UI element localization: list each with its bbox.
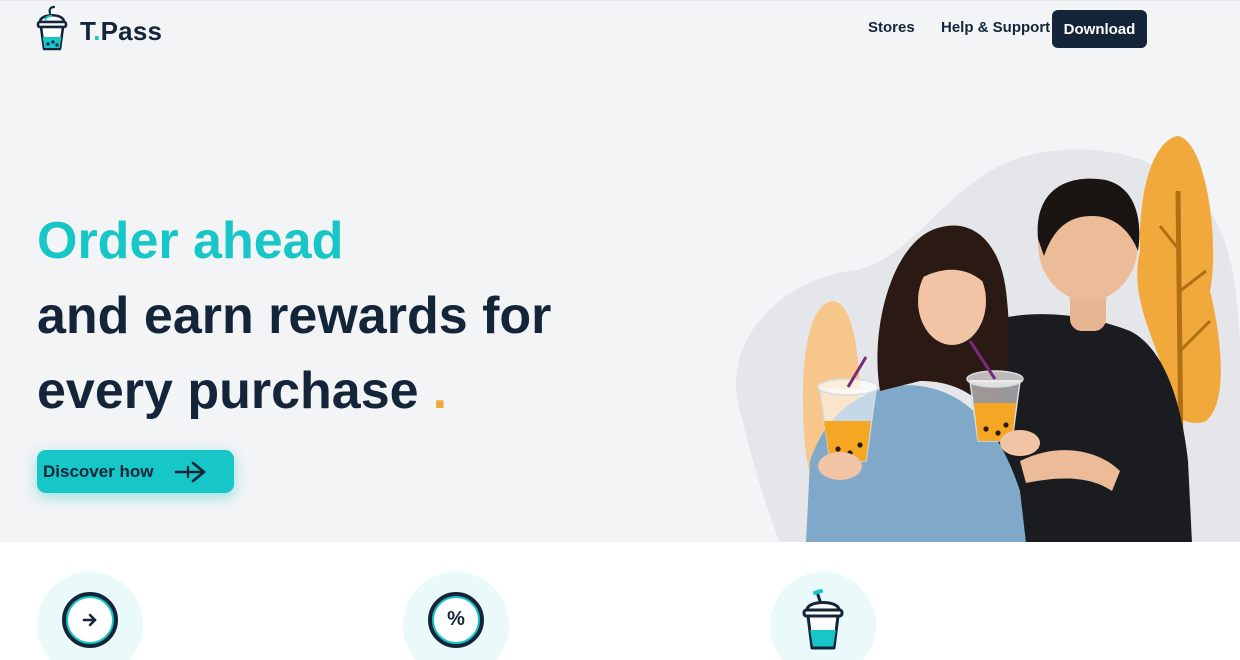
- hero-headline-line3: every purchase.: [37, 361, 447, 421]
- feature-bubble-tea: [770, 572, 876, 660]
- bubble-tea-cup-icon: [801, 588, 845, 652]
- nav-link-help-support[interactable]: Help & Support: [941, 19, 1050, 36]
- bubble-tea-cup-icon: [36, 5, 68, 58]
- arrow-right-icon: [174, 461, 208, 483]
- hero-headline-line3-text: every purchase: [37, 362, 419, 420]
- nav-link-stores[interactable]: Stores: [868, 19, 915, 36]
- hero-headline-line2: and earn rewards for: [37, 287, 552, 345]
- download-button[interactable]: Download: [1052, 10, 1147, 48]
- brand-name-suffix: Pass: [100, 16, 163, 46]
- hero-illustration: [720, 131, 1240, 542]
- brand-name-dot: .: [93, 16, 101, 46]
- brand-name: T.Pass: [80, 16, 162, 47]
- percent-icon: %: [428, 591, 484, 648]
- discover-how-button[interactable]: Discover how: [37, 450, 234, 493]
- discover-how-label: Discover how: [43, 461, 154, 481]
- page: T.Pass Stores Help & Support Download Or…: [0, 0, 1240, 660]
- top-navbar: T.Pass Stores Help & Support Download: [0, 1, 1240, 61]
- arrow-circle-icon: [62, 591, 118, 648]
- hero-headline-line1: Order ahead: [37, 212, 344, 270]
- percent-glyph: %: [434, 597, 478, 642]
- feature-rewards: %: [403, 572, 509, 660]
- feature-order-ahead: [37, 572, 143, 660]
- hero-accent-dot: .: [432, 362, 448, 420]
- brand-name-prefix: T: [80, 16, 94, 46]
- hero-section: T.Pass Stores Help & Support Download Or…: [0, 0, 1240, 542]
- brand-logo[interactable]: T.Pass: [36, 5, 162, 58]
